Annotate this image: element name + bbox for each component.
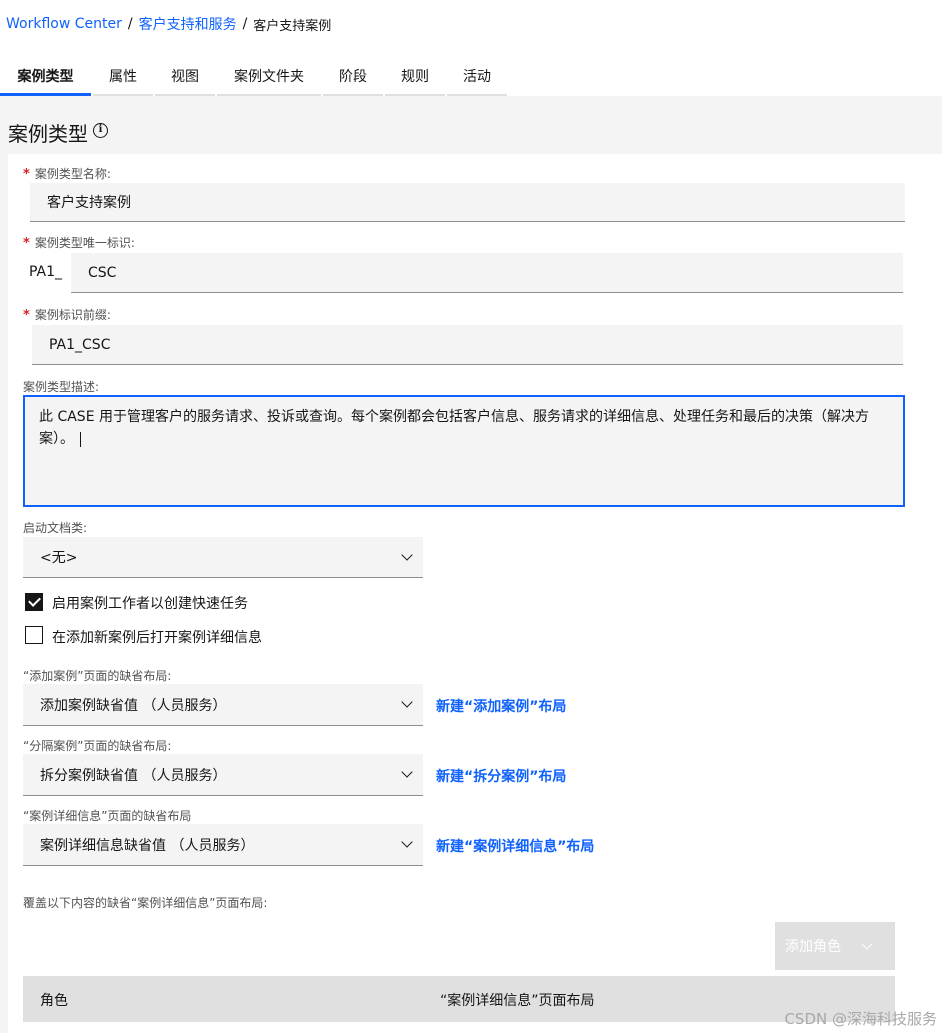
new-split-case-layout-link[interactable]: 新建“拆分案例”布局 — [436, 766, 566, 786]
open-details-checkbox-label: 在添加新案例后打开案例详细信息 — [52, 630, 262, 646]
new-case-details-layout-link[interactable]: 新建“案例详细信息”布局 — [436, 836, 594, 856]
case-type-name-value: 客户支持案例 — [47, 195, 131, 211]
case-type-id-input[interactable]: CSC — [71, 253, 903, 293]
breadcrumb-parent[interactable]: 客户支持和服务 — [139, 14, 237, 34]
column-header-details-layout: “案例详细信息”页面布局 — [440, 993, 595, 1009]
case-details-layout-label: “案例详细信息”页面的缺省布局 — [23, 809, 192, 823]
add-case-layout-label: “添加案例”页面的缺省布局: — [23, 669, 172, 683]
role-layout-table-header: 角色 “案例详细信息”页面布局 — [23, 976, 895, 1022]
add-role-button-label: 添加角色 — [785, 939, 841, 955]
split-case-layout-value: 拆分案例缺省值 （人员服务） — [40, 767, 227, 784]
info-icon[interactable]: i — [93, 123, 108, 138]
required-indicator: * — [23, 167, 30, 182]
case-type-desc-label: 案例类型描述: — [23, 380, 100, 394]
breadcrumb-separator: / — [127, 16, 133, 32]
case-type-id-prefix: PA1_ — [29, 264, 63, 280]
case-details-layout-value: 案例详细信息缺省值 （人员服务） — [40, 837, 255, 854]
breadcrumb-separator: / — [242, 16, 248, 32]
case-type-id-value: CSC — [88, 264, 117, 281]
chevron-down-icon — [401, 836, 413, 848]
add-case-layout-value: 添加案例缺省值 （人员服务） — [40, 697, 227, 714]
case-id-prefix-value: PA1_CSC — [49, 336, 111, 353]
add-role-button[interactable]: 添加角色 — [775, 922, 895, 970]
tab-case-folder[interactable]: 案例文件夹 — [217, 58, 321, 96]
column-header-role: 角色 — [40, 993, 68, 1009]
case-type-name-input[interactable]: 客户支持案例 — [30, 183, 905, 222]
split-case-layout-label: “分隔案例”页面的缺省布局: — [23, 739, 172, 753]
tab-bar: 案例类型 属性 视图 案例文件夹 阶段 规则 活动 — [0, 58, 509, 96]
tab-stages[interactable]: 阶段 — [323, 58, 383, 96]
quick-task-checkbox-label: 启用案例工作者以创建快速任务 — [52, 596, 248, 612]
case-id-prefix-input[interactable]: PA1_CSC — [32, 325, 903, 365]
breadcrumb-workflow-center[interactable]: Workflow Center — [6, 16, 122, 32]
new-add-case-layout-link[interactable]: 新建“添加案例”布局 — [436, 696, 566, 716]
case-type-desc-textarea[interactable]: 此 CASE 用于管理客户的服务请求、投诉或查询。每个案例都会包括客户信息、服务… — [23, 395, 905, 507]
open-details-checkbox[interactable] — [25, 626, 43, 644]
quick-task-checkbox[interactable] — [25, 593, 43, 611]
case-details-layout-select[interactable]: 案例详细信息缺省值 （人员服务） — [23, 824, 423, 866]
tab-activities[interactable]: 活动 — [447, 58, 507, 96]
start-doc-class-value: <无> — [40, 550, 78, 566]
text-cursor — [80, 431, 81, 447]
chevron-down-icon — [861, 937, 873, 950]
breadcrumb: Workflow Center / 客户支持和服务 / 客户支持案例 — [6, 14, 331, 34]
case-type-id-label: * 案例类型唯一标识: — [23, 236, 135, 251]
chevron-down-icon — [401, 548, 413, 561]
start-doc-class-select[interactable]: <无> — [23, 537, 423, 578]
left-gutter — [0, 154, 8, 1033]
watermark: CSDN @深海科技服务 — [784, 1010, 937, 1028]
start-doc-class-label: 启动文档类: — [23, 521, 88, 535]
add-case-layout-select[interactable]: 添加案例缺省值 （人员服务） — [23, 684, 423, 726]
page-header — [0, 96, 942, 154]
required-indicator: * — [23, 308, 30, 323]
case-id-prefix-label: * 案例标识前缀: — [23, 308, 111, 323]
case-type-desc-value: 此 CASE 用于管理客户的服务请求、投诉或查询。每个案例都会包括客户信息、服务… — [39, 409, 869, 447]
breadcrumb-current: 客户支持案例 — [253, 18, 332, 34]
override-layout-label: 覆盖以下内容的缺省“案例详细信息”页面布局: — [23, 896, 268, 910]
chevron-down-icon — [401, 696, 413, 708]
case-type-name-label: * 案例类型名称: — [23, 167, 111, 182]
tab-properties[interactable]: 属性 — [93, 58, 153, 96]
page-title: 案例类型 — [8, 122, 88, 146]
chevron-down-icon — [401, 766, 413, 778]
tab-case-type[interactable]: 案例类型 — [0, 58, 91, 96]
split-case-layout-select[interactable]: 拆分案例缺省值 （人员服务） — [23, 754, 423, 796]
tab-views[interactable]: 视图 — [155, 58, 215, 96]
tab-rules[interactable]: 规则 — [385, 58, 445, 96]
required-indicator: * — [23, 236, 30, 251]
